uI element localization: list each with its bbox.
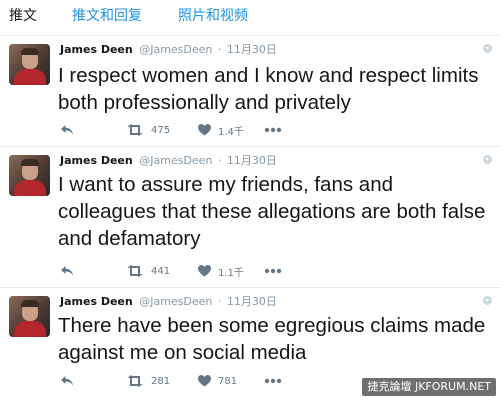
- tab-tweets-and-replies[interactable]: 推文和回复: [72, 7, 142, 25]
- more-button[interactable]: [264, 122, 282, 138]
- author-handle[interactable]: @JamesDeen: [139, 154, 212, 167]
- tweet-header: James Deen @JamesDeen · 11月30日: [60, 154, 277, 168]
- retweet-icon: [127, 265, 143, 277]
- timeline: James Deen @JamesDeen · 11月30日 I respect…: [0, 36, 500, 400]
- tweet-date[interactable]: 11月30日: [227, 154, 277, 167]
- tweet-date[interactable]: 11月30日: [227, 43, 277, 56]
- more-icon: [264, 127, 282, 133]
- retweet-button[interactable]: 475: [126, 122, 170, 138]
- reply-button[interactable]: [60, 263, 74, 279]
- author-name[interactable]: James Deen: [60, 295, 133, 308]
- header-separator: ·: [217, 295, 222, 308]
- tab-photos-and-videos[interactable]: 照片和视频: [178, 7, 248, 25]
- tweet-actions: 441 1.1千: [0, 263, 500, 279]
- tweet-text: There have been some egregious claims ma…: [58, 314, 486, 364]
- heart-icon: [198, 375, 211, 387]
- profile-tabs: 推文 推文和回复 照片和视频: [0, 0, 500, 36]
- avatar[interactable]: [9, 155, 50, 196]
- heart-icon: [198, 265, 211, 277]
- more-icon: [264, 268, 282, 274]
- caret-down-icon[interactable]: [483, 296, 492, 305]
- caret-down-icon[interactable]: [483, 155, 492, 164]
- tweet-actions: 475 1.4千: [0, 122, 500, 138]
- like-button[interactable]: 1.4千: [198, 122, 244, 138]
- tweet-header: James Deen @JamesDeen · 11月30日: [60, 43, 277, 57]
- avatar[interactable]: [9, 296, 50, 337]
- like-count: 1.1千: [218, 267, 244, 279]
- tweet[interactable]: James Deen @JamesDeen · 11月30日 I want to…: [0, 147, 500, 288]
- like-button[interactable]: 1.1千: [198, 263, 244, 279]
- like-button[interactable]: 781: [198, 373, 237, 389]
- reply-icon: [61, 376, 73, 386]
- header-separator: ·: [217, 43, 222, 56]
- author-name[interactable]: James Deen: [60, 154, 133, 167]
- tweet-text: I want to assure my friends, fans and co…: [58, 173, 486, 250]
- retweet-count: 281: [151, 375, 171, 387]
- tweet[interactable]: James Deen @JamesDeen · 11月30日 I respect…: [0, 36, 500, 147]
- tab-tweets[interactable]: 推文: [9, 7, 37, 25]
- retweet-button[interactable]: 441: [126, 263, 170, 279]
- tweet-text: I respect women and I know and respect l…: [58, 64, 479, 114]
- retweet-icon: [127, 124, 143, 136]
- like-count: 781: [218, 375, 238, 387]
- retweet-button[interactable]: 281: [126, 373, 170, 389]
- reply-icon: [61, 266, 73, 276]
- author-handle[interactable]: @JamesDeen: [139, 43, 212, 56]
- more-icon: [264, 378, 282, 384]
- avatar[interactable]: [9, 44, 50, 85]
- caret-down-icon[interactable]: [483, 44, 492, 53]
- site-watermark: 捷克論壇 JKFORUM.NET: [362, 378, 496, 396]
- more-button[interactable]: [264, 373, 282, 389]
- author-name[interactable]: James Deen: [60, 43, 133, 56]
- header-separator: ·: [217, 154, 222, 167]
- author-handle[interactable]: @JamesDeen: [139, 295, 212, 308]
- retweet-count: 475: [151, 124, 171, 136]
- more-button[interactable]: [264, 263, 282, 279]
- like-count: 1.4千: [218, 126, 244, 138]
- retweet-count: 441: [151, 265, 171, 277]
- heart-icon: [198, 124, 211, 136]
- reply-icon: [61, 125, 73, 135]
- tweet-header: James Deen @JamesDeen · 11月30日: [60, 295, 277, 309]
- reply-button[interactable]: [60, 122, 74, 138]
- tweet-date[interactable]: 11月30日: [227, 295, 277, 308]
- retweet-icon: [127, 375, 143, 387]
- reply-button[interactable]: [60, 373, 74, 389]
